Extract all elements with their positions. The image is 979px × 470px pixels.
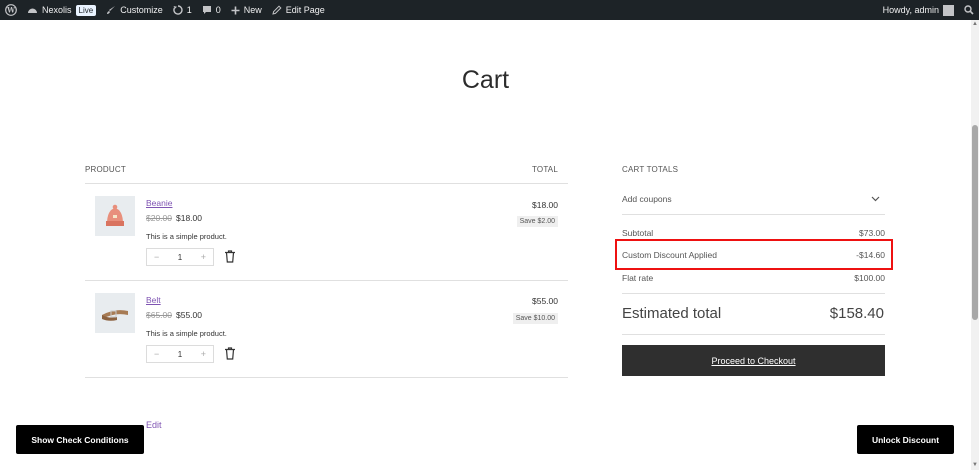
divider (622, 334, 885, 335)
product-description: This is a simple product. (146, 232, 227, 241)
qty-decrease-button[interactable]: − (154, 349, 159, 359)
scroll-up-arrow[interactable]: ▲ (972, 21, 978, 27)
new-content-button[interactable]: New (226, 0, 267, 20)
comment-icon (202, 6, 211, 14)
wordpress-logo-button[interactable]: W (0, 0, 22, 20)
show-check-conditions-button[interactable]: Show Check Conditions (16, 425, 144, 454)
quantity-input[interactable]: 1 (178, 350, 182, 359)
estimated-total-value: $158.40 (829, 305, 884, 322)
svg-text:W: W (6, 6, 15, 15)
search-icon (964, 5, 974, 15)
live-badge: Live (75, 4, 97, 16)
qty-decrease-button[interactable]: − (154, 252, 159, 262)
brush-icon (107, 6, 116, 14)
old-price: $65.00 (146, 310, 172, 320)
chevron-down-icon[interactable] (871, 196, 880, 202)
subtotal-label: Subtotal (622, 228, 654, 238)
quantity-input[interactable]: 1 (178, 253, 182, 262)
customize-label: Customize (120, 5, 163, 15)
add-coupons-toggle[interactable]: Add coupons (622, 194, 672, 204)
product-name-link[interactable]: Belt (146, 295, 161, 305)
quantity-stepper: − 1 + (146, 248, 214, 266)
scroll-down-arrow[interactable]: ▼ (972, 462, 978, 468)
line-total: $55.00 (532, 296, 558, 306)
product-thumbnail[interactable] (95, 293, 135, 333)
discount-label: Custom Discount Applied (622, 250, 717, 260)
product-description: This is a simple product. (146, 329, 227, 338)
belt-image (102, 310, 128, 321)
product-name-link[interactable]: Beanie (146, 198, 172, 208)
save-badge: Save $2.00 (516, 216, 558, 227)
account-menu[interactable]: Howdy, admin (878, 0, 959, 20)
divider (85, 280, 568, 281)
divider (622, 214, 885, 215)
trash-icon[interactable] (224, 347, 236, 360)
avatar (943, 4, 954, 16)
trash-icon[interactable] (224, 250, 236, 263)
scrollbar-thumb[interactable] (972, 125, 978, 320)
pencil-icon (272, 5, 282, 15)
site-name-menu[interactable]: Nexolis Live (22, 0, 101, 20)
site-name: Nexolis (42, 5, 72, 15)
updates-count: 1 (186, 5, 192, 15)
flat-rate-value: $100.00 (854, 273, 885, 283)
cart-totals-heading: CART TOTALS (622, 165, 679, 174)
proceed-to-checkout-button[interactable]: Proceed to Checkout (622, 345, 885, 376)
estimated-total-label: Estimated total (622, 305, 722, 322)
product-column-header: PRODUCT (85, 165, 126, 174)
howdy-label: Howdy, admin (882, 5, 939, 15)
updates-icon (173, 5, 183, 15)
comments-count: 0 (215, 5, 221, 15)
admin-bar: W Nexolis Live Customize 1 0 New Edit Pa… (0, 0, 979, 20)
total-column-header: TOTAL (531, 165, 558, 174)
save-badge: Save $10.00 (512, 313, 558, 324)
comments-button[interactable]: 0 (197, 0, 226, 20)
dashboard-icon (28, 8, 37, 13)
updates-button[interactable]: 1 (168, 0, 197, 20)
sale-price: $55.00 (176, 310, 202, 320)
qty-increase-button[interactable]: + (201, 252, 206, 262)
qty-increase-button[interactable]: + (201, 349, 206, 359)
edit-link[interactable]: Edit (146, 420, 162, 430)
divider (85, 183, 568, 184)
page-title: Cart (461, 66, 510, 94)
beanie-image (106, 204, 124, 226)
product-price: $65.00 $55.00 (146, 310, 202, 320)
wordpress-icon: W (5, 4, 17, 16)
customize-button[interactable]: Customize (101, 0, 168, 20)
old-price: $20.00 (146, 213, 172, 223)
unlock-discount-button[interactable]: Unlock Discount (857, 425, 954, 454)
divider (622, 293, 885, 294)
line-total: $18.00 (532, 200, 558, 210)
quantity-stepper: − 1 + (146, 345, 214, 363)
edit-page-label: Edit Page (285, 5, 325, 15)
product-price: $20.00 $18.00 (146, 213, 202, 223)
plus-icon (231, 6, 240, 14)
discount-value: -$14.60 (856, 250, 885, 260)
search-button[interactable] (959, 0, 979, 20)
sale-price: $18.00 (176, 213, 202, 223)
product-thumbnail[interactable] (95, 196, 135, 236)
flat-rate-label: Flat rate (622, 273, 654, 283)
new-label: New (243, 5, 262, 15)
subtotal-value: $73.00 (859, 228, 885, 238)
divider (85, 377, 568, 378)
edit-page-button[interactable]: Edit Page (267, 0, 330, 20)
